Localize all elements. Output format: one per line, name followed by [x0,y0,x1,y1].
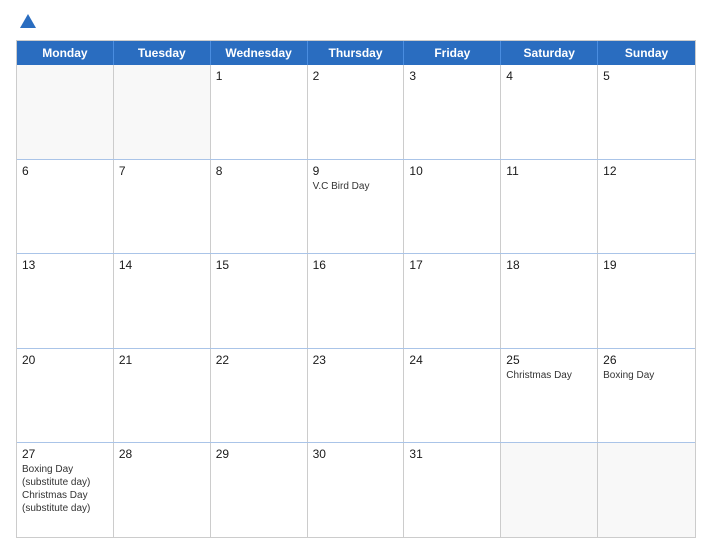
calendar-cell: 3 [404,65,501,159]
calendar-cell [598,443,695,537]
calendar-cell: 21 [114,349,211,443]
day-number: 4 [506,69,592,83]
event-label: Boxing Day [603,369,690,382]
day-number: 13 [22,258,108,272]
day-number: 14 [119,258,205,272]
weekday-header: Sunday [598,41,695,65]
day-number: 28 [119,447,205,461]
calendar-cell: 8 [211,160,308,254]
calendar-cell: 7 [114,160,211,254]
event-label: Christmas Day [506,369,592,382]
calendar-cell: 16 [308,254,405,348]
day-number: 24 [409,353,495,367]
day-number: 12 [603,164,690,178]
day-number: 8 [216,164,302,178]
calendar-cell: 1 [211,65,308,159]
calendar-cell: 6 [17,160,114,254]
logo-icon [18,12,38,32]
calendar-cell [114,65,211,159]
calendar-cell: 18 [501,254,598,348]
calendar-cell: 30 [308,443,405,537]
day-number: 9 [313,164,399,178]
day-number: 20 [22,353,108,367]
calendar-week: 27 Boxing Day (substitute day) Christmas … [17,443,695,537]
calendar-week: 20 21 22 23 24 25 Christmas Day 26 Boxing Day [17,349,695,444]
day-number: 15 [216,258,302,272]
calendar-cell: 24 [404,349,501,443]
calendar: MondayTuesdayWednesdayThursdayFridaySatu… [16,40,696,538]
day-number: 18 [506,258,592,272]
calendar-cell: 11 [501,160,598,254]
calendar-cell: 29 [211,443,308,537]
day-number: 30 [313,447,399,461]
page: MondayTuesdayWednesdayThursdayFridaySatu… [0,0,712,550]
day-number: 21 [119,353,205,367]
day-number: 1 [216,69,302,83]
calendar-cell: 10 [404,160,501,254]
calendar-cell: 4 [501,65,598,159]
day-number: 5 [603,69,690,83]
calendar-cell: 22 [211,349,308,443]
calendar-header: MondayTuesdayWednesdayThursdayFridaySatu… [17,41,695,65]
day-number: 19 [603,258,690,272]
day-number: 2 [313,69,399,83]
weekday-header: Saturday [501,41,598,65]
calendar-cell: 14 [114,254,211,348]
calendar-cell: 23 [308,349,405,443]
calendar-body: 123456789V.C Bird Day1011121314151617181… [17,65,695,537]
calendar-cell: 27 Boxing Day (substitute day) Christmas … [17,443,114,537]
calendar-week: 13 14 15 16 17 18 19 [17,254,695,349]
weekday-header: Thursday [308,41,405,65]
calendar-cell: 13 [17,254,114,348]
calendar-cell: 26 Boxing Day [598,349,695,443]
day-number: 16 [313,258,399,272]
calendar-cell: 5 [598,65,695,159]
calendar-week: 12345 [17,65,695,160]
event-label: V.C Bird Day [313,180,399,193]
calendar-cell: 12 [598,160,695,254]
calendar-cell: 20 [17,349,114,443]
calendar-cell: 28 [114,443,211,537]
logo [16,12,38,32]
day-number: 17 [409,258,495,272]
day-number: 25 [506,353,592,367]
day-number: 26 [603,353,690,367]
day-number: 31 [409,447,495,461]
calendar-cell: 19 [598,254,695,348]
day-number: 27 [22,447,108,461]
day-number: 7 [119,164,205,178]
day-number: 11 [506,164,592,178]
calendar-cell: 17 [404,254,501,348]
header [16,12,696,32]
weekday-header: Friday [404,41,501,65]
day-number: 6 [22,164,108,178]
weekday-header: Monday [17,41,114,65]
calendar-cell: 2 [308,65,405,159]
calendar-cell [17,65,114,159]
event-label: Boxing Day (substitute day) Christmas Da… [22,463,108,515]
day-number: 22 [216,353,302,367]
weekday-header: Wednesday [211,41,308,65]
calendar-cell: 31 [404,443,501,537]
calendar-cell [501,443,598,537]
weekday-header: Tuesday [114,41,211,65]
day-number: 3 [409,69,495,83]
calendar-week: 6789 V.C Bird Day 10 11 12 [17,160,695,255]
day-number: 10 [409,164,495,178]
calendar-cell: 9 V.C Bird Day [308,160,405,254]
day-number: 23 [313,353,399,367]
day-number: 29 [216,447,302,461]
calendar-cell: 15 [211,254,308,348]
calendar-cell: 25 Christmas Day [501,349,598,443]
